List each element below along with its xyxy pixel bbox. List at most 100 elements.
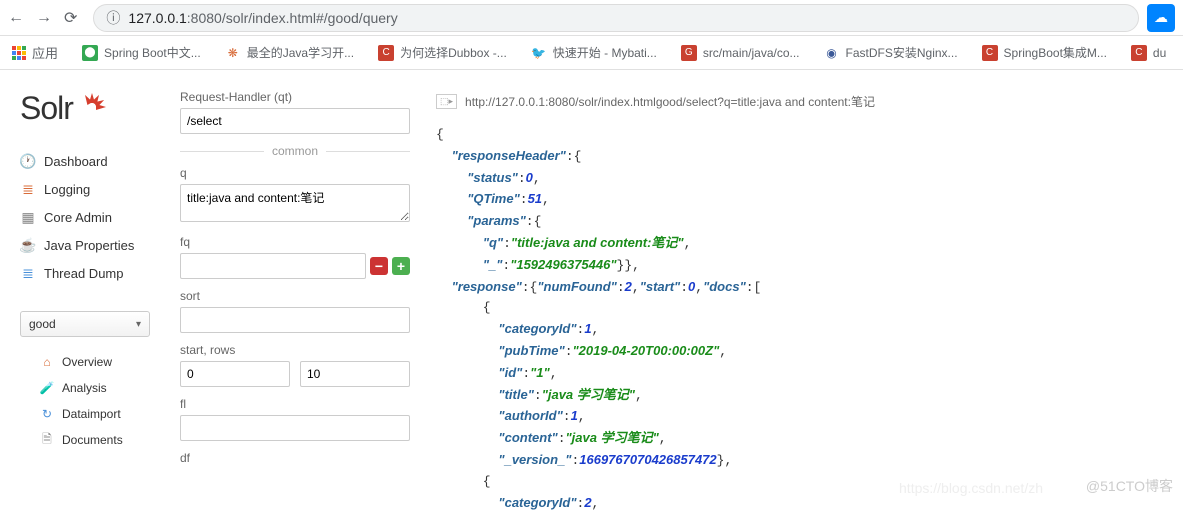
- results-panel: ⬚▸ http://127.0.0.1:8080/solr/index.html…: [420, 70, 1183, 514]
- apps-label: 应用: [32, 43, 58, 62]
- browser-address-bar: ← → ⟳ ⓘ 127.0.0.1:8080/solr/index.html#/…: [0, 0, 1183, 36]
- bookmark-label: src/main/java/co...: [703, 46, 800, 60]
- subnav-overview[interactable]: ⌂ Overview: [40, 349, 170, 375]
- core-select-dropdown[interactable]: good: [20, 311, 150, 337]
- logging-icon: ≣: [20, 181, 36, 197]
- start-input[interactable]: [180, 361, 290, 387]
- bookmark-item[interactable]: ❋ 最全的Java学习开...: [225, 44, 354, 61]
- documents-icon: 🗎: [40, 433, 54, 447]
- qt-label: Request-Handler (qt): [180, 90, 410, 104]
- core-admin-icon: ▦: [20, 209, 36, 225]
- favicon-icon: 🐦: [531, 45, 547, 61]
- bookmark-item[interactable]: ◉ FastDFS安装Nginx...: [824, 44, 958, 61]
- nav-label: Java Properties: [44, 238, 134, 253]
- subnav-analysis[interactable]: 🧪 Analysis: [40, 375, 170, 401]
- fl-group: fl: [180, 397, 410, 441]
- nav-thread-dump[interactable]: ≣ Thread Dump: [20, 259, 170, 287]
- core-select-value: good: [29, 317, 56, 331]
- nav-dashboard[interactable]: 🕐 Dashboard: [20, 147, 170, 175]
- bookmark-label: du: [1153, 46, 1166, 60]
- rows-input[interactable]: [300, 361, 410, 387]
- sort-label: sort: [180, 289, 410, 303]
- url-text: 127.0.0.1:8080/solr/index.html#/good/que…: [128, 10, 397, 26]
- q-group: q: [180, 166, 410, 225]
- forward-button[interactable]: →: [36, 9, 52, 27]
- fl-label: fl: [180, 397, 410, 411]
- bookmark-item[interactable]: Cdu: [1131, 45, 1166, 61]
- fq-add-button[interactable]: +: [392, 257, 410, 275]
- df-group: df: [180, 451, 410, 465]
- nav-label: Dashboard: [44, 154, 108, 169]
- sort-input[interactable]: [180, 307, 410, 333]
- bookmark-label: 快速开始 - Mybati...: [553, 44, 657, 61]
- bookmark-label: 最全的Java学习开...: [247, 44, 354, 61]
- bookmarks-bar: 应用 ⬤Spring Boot中文... ❋ 最全的Java学习开... C 为何选…: [0, 36, 1183, 70]
- subnav-label: Documents: [62, 433, 123, 447]
- dashboard-icon: 🕐: [20, 153, 36, 169]
- sidebar: Solr 🕐 Dashboard ≣ Logging ▦ Core Admin ☕ Ja…: [0, 70, 170, 514]
- subnav-label: Analysis: [62, 381, 107, 395]
- query-panel: Request-Handler (qt) common q fq − + sor…: [170, 70, 420, 514]
- nav-logging[interactable]: ≣ Logging: [20, 175, 170, 203]
- favicon-icon: G: [681, 45, 697, 61]
- reload-button[interactable]: ⟳: [64, 8, 77, 28]
- nav-label: Thread Dump: [44, 266, 123, 281]
- qt-group: Request-Handler (qt): [180, 90, 410, 134]
- back-button[interactable]: ←: [8, 9, 24, 27]
- bookmark-item[interactable]: Gsrc/main/java/co...: [681, 45, 800, 61]
- fq-input[interactable]: [180, 253, 366, 279]
- java-props-icon: ☕: [20, 237, 36, 253]
- analysis-icon: 🧪: [40, 381, 54, 395]
- qt-input[interactable]: [180, 108, 410, 134]
- favicon-icon: C: [378, 45, 394, 61]
- nav-label: Logging: [44, 182, 90, 197]
- solr-logo: Solr: [20, 90, 170, 127]
- bookmark-item[interactable]: C 为何选择Dubbox -...: [378, 44, 507, 61]
- subnav-label: Overview: [62, 355, 112, 369]
- sort-group: sort: [180, 289, 410, 333]
- subnav-documents[interactable]: 🗎 Documents: [40, 427, 170, 453]
- apps-grid-icon: [12, 46, 26, 60]
- thread-dump-icon: ≣: [20, 265, 36, 281]
- start-rows-group: start, rows: [180, 343, 410, 387]
- overview-icon: ⌂: [40, 355, 54, 369]
- bookmark-item[interactable]: ⬤Spring Boot中文...: [82, 44, 201, 61]
- core-sub-nav: ⌂ Overview 🧪 Analysis ↻ Dataimport 🗎 Documen…: [20, 349, 170, 453]
- bookmark-item[interactable]: C SpringBoot集成M...: [982, 44, 1107, 61]
- bookmark-label: SpringBoot集成M...: [1004, 44, 1107, 61]
- dataimport-icon: ↻: [40, 407, 54, 421]
- solr-sun-icon: [75, 90, 109, 124]
- main-nav: 🕐 Dashboard ≣ Logging ▦ Core Admin ☕ Java Pr…: [20, 147, 170, 287]
- nav-buttons: ← → ⟳: [8, 8, 77, 28]
- core-selector: good: [20, 311, 170, 337]
- fl-input[interactable]: [180, 415, 410, 441]
- q-input[interactable]: [180, 184, 410, 222]
- apps-button[interactable]: 应用: [12, 43, 58, 62]
- subnav-dataimport[interactable]: ↻ Dataimport: [40, 401, 170, 427]
- favicon-icon: C: [1131, 45, 1147, 61]
- fq-remove-button[interactable]: −: [370, 257, 388, 275]
- extension-icon[interactable]: ☁: [1147, 4, 1175, 32]
- start-rows-label: start, rows: [180, 343, 410, 357]
- json-output: { "responseHeader":{ "status":0, "QTime"…: [436, 125, 1167, 514]
- fq-group: fq − +: [180, 235, 410, 279]
- info-icon: ⓘ: [106, 8, 120, 28]
- nav-core-admin[interactable]: ▦ Core Admin: [20, 203, 170, 231]
- url-bar[interactable]: ⓘ 127.0.0.1:8080/solr/index.html#/good/q…: [93, 4, 1139, 32]
- nav-label: Core Admin: [44, 210, 112, 225]
- favicon-icon: C: [982, 45, 998, 61]
- favicon-icon: ◉: [824, 45, 840, 61]
- bookmark-label: 为何选择Dubbox -...: [400, 44, 507, 61]
- bookmark-label: FastDFS安装Nginx...: [846, 44, 958, 61]
- nav-java-properties[interactable]: ☕ Java Properties: [20, 231, 170, 259]
- result-url-text[interactable]: http://127.0.0.1:8080/solr/index.htmlgoo…: [465, 93, 875, 110]
- result-url-display: ⬚▸ http://127.0.0.1:8080/solr/index.html…: [436, 90, 1167, 113]
- q-label: q: [180, 166, 410, 180]
- common-section-label: common: [180, 144, 410, 158]
- logo-text: Solr: [20, 90, 73, 126]
- subnav-label: Dataimport: [62, 407, 121, 421]
- favicon-icon: ❋: [225, 45, 241, 61]
- main-content: Solr 🕐 Dashboard ≣ Logging ▦ Core Admin ☕ Ja…: [0, 70, 1183, 514]
- bookmark-label: Spring Boot中文...: [104, 44, 201, 61]
- bookmark-item[interactable]: 🐦 快速开始 - Mybati...: [531, 44, 657, 61]
